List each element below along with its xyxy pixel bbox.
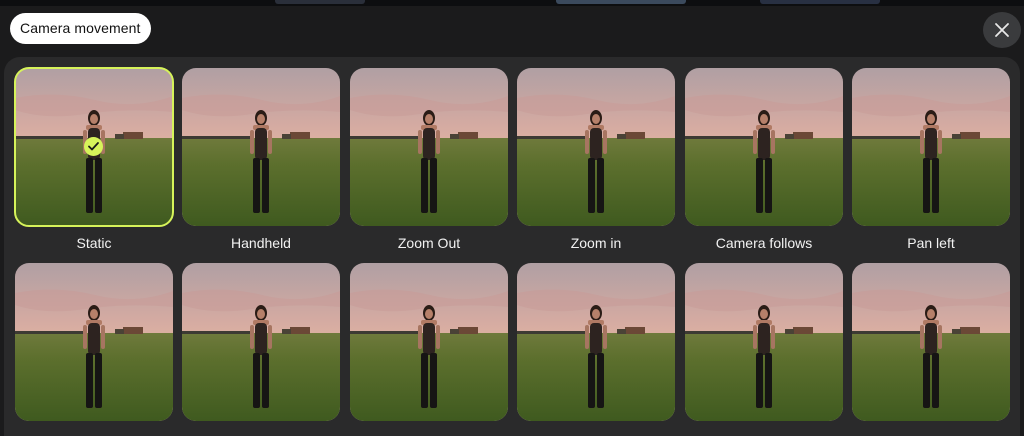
camera-option-card[interactable] — [182, 263, 340, 421]
background-video-strip — [0, 0, 1024, 6]
camera-option-card[interactable] — [182, 68, 340, 226]
camera-option-card[interactable] — [685, 263, 843, 421]
camera-option-card[interactable] — [517, 68, 675, 226]
camera-option-card[interactable] — [517, 263, 675, 421]
camera-option-card[interactable] — [852, 68, 1010, 226]
preview-thumbnail — [685, 68, 843, 226]
camera-option-label: Static — [76, 235, 112, 251]
camera-option-card[interactable] — [852, 263, 1010, 421]
camera-option-label: Pan left — [907, 235, 955, 251]
close-button[interactable] — [983, 12, 1021, 48]
preview-thumbnail — [517, 68, 675, 226]
preview-thumbnail — [852, 263, 1010, 421]
background-thumbnail — [275, 0, 365, 4]
camera-option-card[interactable] — [14, 67, 174, 227]
camera-option-card[interactable] — [685, 68, 843, 226]
checkmark-icon — [84, 137, 103, 156]
preview-thumbnail — [182, 263, 340, 421]
panel-title: Camera movement — [10, 13, 151, 44]
preview-thumbnail — [852, 68, 1010, 226]
preview-thumbnail — [15, 263, 173, 421]
preview-thumbnail — [517, 263, 675, 421]
preview-thumbnail — [182, 68, 340, 226]
camera-option-card[interactable] — [350, 263, 508, 421]
camera-option-label: Camera follows — [715, 235, 813, 251]
background-thumbnail — [556, 0, 686, 4]
close-icon — [995, 23, 1009, 37]
camera-option-card[interactable] — [350, 68, 508, 226]
camera-option-card[interactable] — [15, 263, 173, 421]
preview-thumbnail — [350, 263, 508, 421]
camera-option-label: Zoom in — [570, 235, 622, 251]
preview-thumbnail — [350, 68, 508, 226]
camera-option-label: Handheld — [231, 235, 291, 251]
camera-option-label: Zoom Out — [397, 235, 461, 251]
background-thumbnail — [760, 0, 880, 4]
preview-thumbnail — [685, 263, 843, 421]
